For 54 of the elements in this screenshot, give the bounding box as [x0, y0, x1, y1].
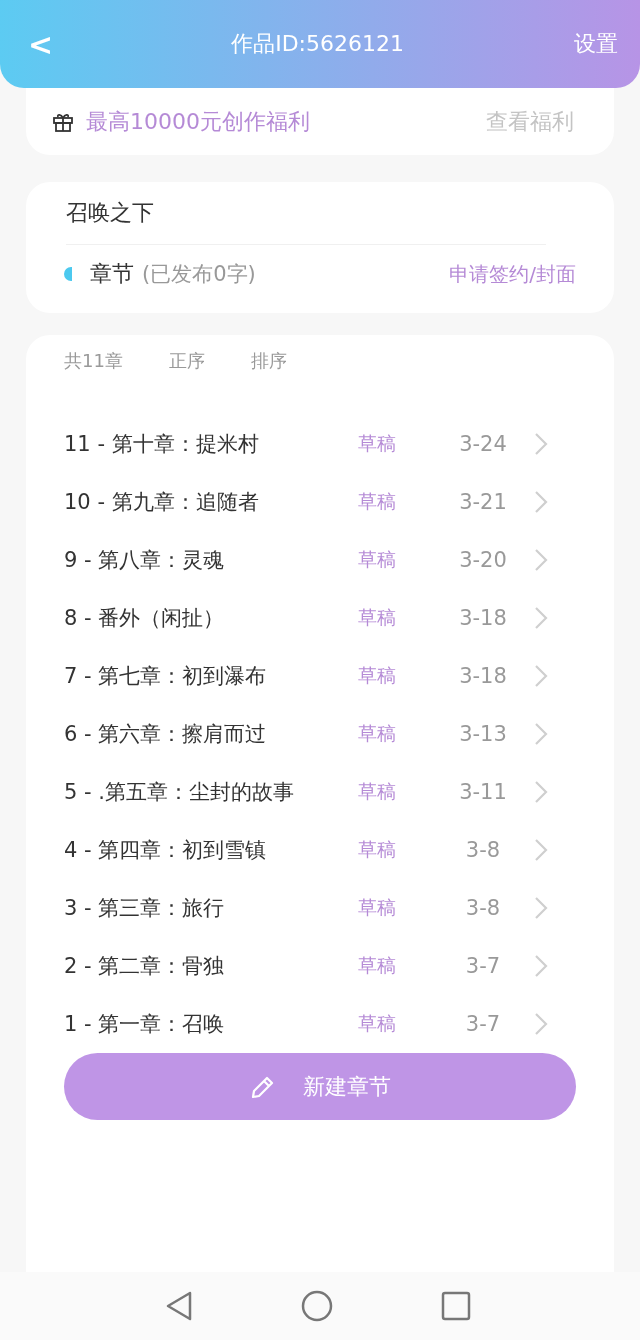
chapter-date: 3-8	[464, 896, 502, 920]
chevron-right-icon[interactable]	[534, 780, 548, 804]
chapter-status: 草稿	[358, 953, 397, 978]
chapter-date: 3-13	[458, 722, 508, 746]
chapter-date: 3-24	[458, 432, 508, 456]
chevron-right-icon[interactable]	[534, 490, 548, 514]
chapter-title[interactable]: 1 - 第一章：召唤	[64, 1010, 358, 1038]
chapter-title[interactable]: 8 - 番外（闲扯）	[64, 604, 358, 632]
chapter-status: 草稿	[358, 837, 397, 862]
home-circle-icon[interactable]	[301, 1290, 333, 1322]
chapter-status: 草稿	[358, 663, 397, 688]
chevron-right-icon[interactable]	[534, 606, 548, 630]
chapter-status: 草稿	[358, 489, 397, 514]
chapter-title[interactable]: 2 - 第二章：骨独	[64, 952, 358, 980]
back-triangle-icon[interactable]	[165, 1290, 193, 1322]
chevron-right-icon[interactable]	[534, 722, 548, 746]
chapter-title[interactable]: 9 - 第八章：灵魂	[64, 546, 358, 574]
chevron-right-icon[interactable]	[534, 1012, 548, 1036]
chevron-right-icon[interactable]	[534, 896, 548, 920]
chevron-right-icon[interactable]	[534, 548, 548, 572]
chapter-title[interactable]: 4 - 第四章：初到雪镇	[64, 836, 358, 864]
chapter-date: 3-7	[464, 1012, 502, 1036]
chapter-status: 草稿	[358, 605, 397, 630]
chapter-date: 3-20	[458, 548, 508, 572]
promo-text: 最高10000元创作福利	[86, 107, 311, 136]
section-marker-icon	[64, 267, 72, 281]
chapter-title[interactable]: 3 - 第三章：旅行	[64, 894, 358, 922]
chapter-status: 草稿	[358, 721, 397, 746]
chapter-status: 草稿	[358, 431, 397, 456]
chapter-title[interactable]: 5 - .第五章：尘封的故事	[64, 778, 358, 806]
recents-square-icon[interactable]	[441, 1291, 471, 1321]
chapter-date: 3-8	[464, 838, 502, 862]
page-title: 作品ID:5626121	[231, 30, 404, 58]
chevron-right-icon[interactable]	[534, 838, 548, 862]
chapter-date: 3-7	[464, 954, 502, 978]
chapter-title[interactable]: 6 - 第六章：擦肩而过	[64, 720, 358, 748]
chevron-right-icon[interactable]	[534, 664, 548, 688]
work-title: 召唤之下	[66, 198, 546, 245]
chapter-status: 草稿	[358, 779, 397, 804]
chapter-title[interactable]: 7 - 第七章：初到瀑布	[64, 662, 358, 690]
chapter-date: 3-11	[458, 780, 508, 804]
chapter-status: 草稿	[358, 547, 397, 572]
chevron-right-icon[interactable]	[534, 432, 548, 456]
chapter-date: 3-21	[458, 490, 508, 514]
chapter-status: 草稿	[358, 895, 397, 920]
chapter-date: 3-18	[458, 664, 508, 688]
chapter-count: 共11章	[64, 349, 123, 373]
published-count: (已发布0字)	[142, 261, 257, 288]
section-label: 章节	[90, 260, 134, 288]
chapter-date: 3-18	[458, 606, 508, 630]
chapter-title[interactable]: 10 - 第九章：追随者	[64, 488, 358, 516]
chapter-title[interactable]: 11 - 第十章：提米村	[64, 430, 358, 458]
chapter-status: 草稿	[358, 1011, 397, 1036]
chevron-right-icon[interactable]	[534, 954, 548, 978]
